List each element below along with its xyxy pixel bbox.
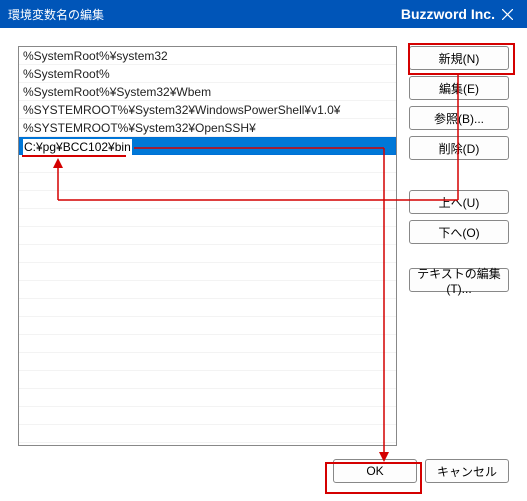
cancel-button[interactable]: キャンセル (425, 459, 509, 483)
path-list[interactable]: %SystemRoot%¥system32 %SystemRoot% %Syst… (18, 46, 397, 446)
list-item[interactable]: %SYSTEMROOT%¥System32¥WindowsPowerShell¥… (19, 101, 396, 119)
list-item-empty[interactable] (19, 353, 396, 371)
ok-button[interactable]: OK (333, 459, 417, 483)
list-item-empty[interactable] (19, 299, 396, 317)
new-button[interactable]: 新規(N) (409, 46, 509, 70)
list-item-empty[interactable] (19, 335, 396, 353)
edit-text-button[interactable]: テキストの編集(T)... (409, 268, 509, 292)
browse-button[interactable]: 参照(B)... (409, 106, 509, 130)
list-item-empty[interactable] (19, 281, 396, 299)
list-item-empty[interactable] (19, 173, 396, 191)
brand-label: Buzzword Inc. (104, 6, 519, 22)
move-up-button[interactable]: 上へ(U) (409, 190, 509, 214)
path-edit-input[interactable]: C:¥pg¥BCC102¥bin (19, 137, 396, 155)
move-down-button[interactable]: 下へ(O) (409, 220, 509, 244)
list-item-editing[interactable]: C:¥pg¥BCC102¥bin (19, 137, 396, 155)
list-item-empty[interactable] (19, 227, 396, 245)
list-item[interactable]: %SYSTEMROOT%¥System32¥OpenSSH¥ (19, 119, 396, 137)
edit-button[interactable]: 編集(E) (409, 76, 509, 100)
close-icon (502, 9, 513, 20)
list-item-empty[interactable] (19, 191, 396, 209)
list-item[interactable]: %SystemRoot% (19, 65, 396, 83)
titlebar: 環境変数名の編集 Buzzword Inc. (0, 0, 527, 28)
close-button[interactable] (487, 0, 527, 28)
list-item[interactable]: %SystemRoot%¥System32¥Wbem (19, 83, 396, 101)
list-item-empty[interactable] (19, 317, 396, 335)
list-item-empty[interactable] (19, 263, 396, 281)
list-item-empty[interactable] (19, 407, 396, 425)
list-item-empty[interactable] (19, 155, 396, 173)
list-item-empty[interactable] (19, 371, 396, 389)
list-item[interactable]: %SystemRoot%¥system32 (19, 47, 396, 65)
list-item-empty[interactable] (19, 245, 396, 263)
window-title: 環境変数名の編集 (8, 6, 104, 23)
list-item-empty[interactable] (19, 389, 396, 407)
list-item-empty[interactable] (19, 425, 396, 443)
list-item-empty[interactable] (19, 209, 396, 227)
delete-button[interactable]: 削除(D) (409, 136, 509, 160)
